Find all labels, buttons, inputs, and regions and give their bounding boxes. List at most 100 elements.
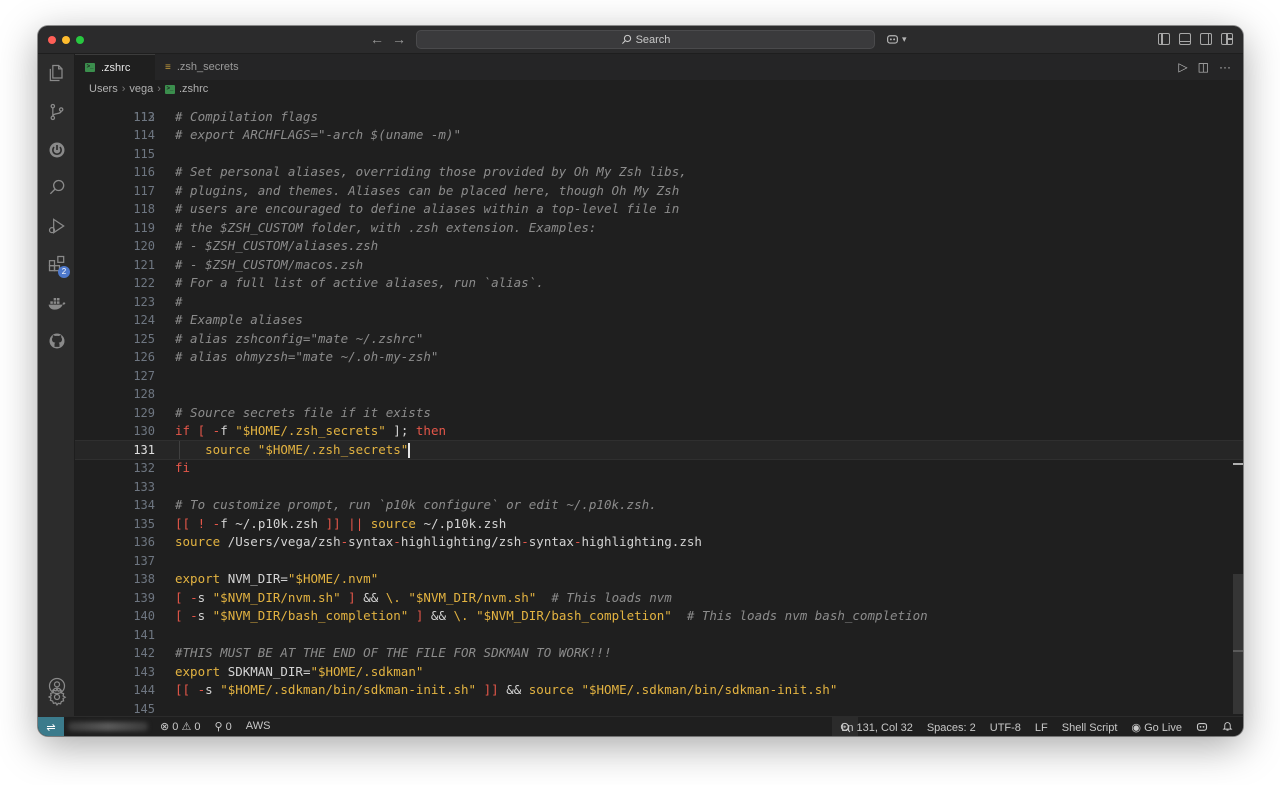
chevron-right-icon: › <box>157 83 161 95</box>
code-line[interactable]: 124 # Example aliases <box>75 311 1243 330</box>
code-line[interactable]: 127 <box>75 367 1243 386</box>
end-of-line[interactable]: LF <box>1035 722 1048 734</box>
tab-zsh-secrets[interactable]: ≡ .zsh_secrets <box>155 54 255 80</box>
code-line[interactable]: 126 # alias ohmyzsh="mate ~/.oh-my-zsh" <box>75 348 1243 367</box>
copilot-status-icon[interactable] <box>1196 721 1208 735</box>
toggle-panel-icon[interactable] <box>1179 33 1191 45</box>
code-editor[interactable]: 112 113 # Compilation flags 114 # export AR… <box>75 98 1243 716</box>
line-number: 138 <box>133 572 155 586</box>
code-line[interactable]: 123 # <box>75 293 1243 312</box>
code-line[interactable]: 118 # users are encouraged to define alia… <box>75 200 1243 219</box>
line-number: 119 <box>133 220 155 235</box>
code-line[interactable]: 144 [[ -s "$HOME/.sdkman/bin/sdkman-init.… <box>75 681 1243 700</box>
ports-indicator[interactable]: ⚲ 0 <box>215 720 232 733</box>
copilot-menu[interactable]: ▾ <box>886 33 907 45</box>
close-window-button[interactable] <box>48 36 56 44</box>
code-line[interactable]: 135 [[ ! -f ~/.p10k.zsh ]] || source ~/.p… <box>75 515 1243 534</box>
aws-indicator[interactable]: AWS <box>246 720 271 733</box>
history-navigation: ← → <box>370 31 406 47</box>
breadcrumb-item[interactable]: .zshrc <box>179 83 208 95</box>
code-line[interactable]: 141 <box>75 626 1243 645</box>
code-line[interactable]: 125 # alias zshconfig="mate ~/.zshrc" <box>75 330 1243 349</box>
code-line[interactable]: 138 export NVM_DIR="$HOME/.nvm" <box>75 570 1243 589</box>
remote-icon: ⇌ <box>46 721 56 734</box>
run-file-icon[interactable]: ▷ <box>1178 60 1187 74</box>
extensions-icon[interactable]: 2 <box>38 247 75 281</box>
code-line[interactable]: 116 # Set personal aliases, overriding th… <box>75 163 1243 182</box>
go-live-button[interactable]: ◉ Go Live <box>1131 721 1182 734</box>
line-number: 123 <box>133 294 155 309</box>
power-icon[interactable] <box>38 133 75 167</box>
minimize-window-button[interactable] <box>62 36 70 44</box>
code-line[interactable]: 121 # - $ZSH_CUSTOM/macos.zsh <box>75 256 1243 275</box>
code-line[interactable]: 114 # export ARCHFLAGS="-arch $(uname -m)… <box>75 126 1243 145</box>
remote-indicator[interactable]: ⇌ <box>38 717 64 736</box>
split-editor-icon[interactable]: ◫ <box>1198 60 1209 74</box>
cursor-position[interactable]: Ln 131, Col 32 <box>841 722 913 734</box>
code-text: # - $ZSH_CUSTOM/macos.zsh <box>175 256 364 272</box>
code-text: if [ -f "$HOME/.zsh_secrets" ]; then <box>175 423 446 438</box>
search-icon <box>621 34 631 45</box>
problems-indicator[interactable]: ⊗ 0 ⚠ 0 <box>160 720 201 733</box>
line-number: 132 <box>133 461 155 475</box>
docker-icon[interactable] <box>38 286 75 320</box>
settings-button[interactable] <box>38 680 75 714</box>
code-line[interactable]: 145 <box>75 700 1243 717</box>
code-line[interactable]: 122 # For a full list of active aliases, … <box>75 274 1243 293</box>
language-mode[interactable]: Shell Script <box>1062 722 1118 734</box>
search-icon[interactable] <box>38 171 75 205</box>
title-bar: ← → Search ▾ <box>38 26 1243 54</box>
code-line[interactable]: 134 # To customize prompt, run `p10k conf… <box>75 496 1243 515</box>
source-control-icon[interactable] <box>38 95 75 129</box>
tab-label: .zsh_secrets <box>176 61 239 73</box>
breadcrumb-item[interactable]: Users <box>89 83 118 95</box>
code-line[interactable]: 120 # - $ZSH_CUSTOM/aliases.zsh <box>75 237 1243 256</box>
line-number: 143 <box>133 664 155 679</box>
maximize-window-button[interactable] <box>76 36 84 44</box>
line-number: 118 <box>133 202 155 216</box>
chevron-down-icon: ▾ <box>902 33 907 44</box>
code-line[interactable]: 143 export SDKMAN_DIR="$HOME/.sdkman" <box>75 663 1243 682</box>
code-line[interactable]: 137 <box>75 552 1243 571</box>
code-line[interactable]: 142 #THIS MUST BE AT THE END OF THE FILE … <box>75 644 1243 663</box>
code-line[interactable]: 119 # the $ZSH_CUSTOM folder, with .zsh e… <box>75 219 1243 238</box>
toggle-secondary-sidebar-icon[interactable] <box>1200 33 1212 45</box>
code-line[interactable]: 132 fi <box>75 459 1243 478</box>
breadcrumb-item[interactable]: vega <box>129 83 153 95</box>
warning-icon: ⚠ <box>181 721 192 733</box>
code-line[interactable]: 117 # plugins, and themes. Aliases can be… <box>75 182 1243 201</box>
explorer-icon[interactable] <box>38 56 75 90</box>
code-text: # Source secrets file if it exists <box>175 404 431 420</box>
code-line[interactable]: 131 source "$HOME/.zsh_secrets" <box>75 439 1243 460</box>
code-line[interactable]: 136 source /Users/vega/zsh-syntax-highlig… <box>75 533 1243 552</box>
tab-zshrc[interactable]: >_ .zshrc <box>75 54 155 80</box>
broadcast-icon: ⚲ <box>214 721 223 733</box>
line-number: 144 <box>133 683 155 697</box>
arrow-right-icon[interactable]: → <box>392 31 406 47</box>
more-actions-icon[interactable]: ··· <box>1219 60 1231 74</box>
code-line[interactable]: 140 [ -s "$NVM_DIR/bash_completion" ] && … <box>75 607 1243 626</box>
code-text: source /Users/vega/zsh-syntax-highlighti… <box>175 534 702 549</box>
toggle-primary-sidebar-icon[interactable] <box>1158 33 1170 45</box>
code-line[interactable]: 129 # Source secrets file if it exists <box>75 404 1243 423</box>
code-line[interactable]: 115 <box>75 145 1243 164</box>
line-number: 133 <box>133 479 155 494</box>
code-line[interactable]: 133 <box>75 478 1243 497</box>
code-line[interactable]: 128 <box>75 385 1243 404</box>
scrollbar-thumb[interactable] <box>1233 574 1243 714</box>
code-line[interactable]: 113 # Compilation flags <box>75 108 1243 127</box>
code-line[interactable]: 130 if [ -f "$HOME/.zsh_secrets" ]; then <box>75 422 1243 441</box>
editor-scrollbar[interactable] <box>1233 98 1243 716</box>
command-center-search[interactable]: Search <box>416 30 875 49</box>
status-bar: ⇌ ⊗ 0 ⚠ 0 ⚲ 0 AWS Ln 131, Col 32 Spaces:… <box>38 716 1243 736</box>
encoding[interactable]: UTF-8 <box>990 722 1021 734</box>
code-line[interactable]: 139 [ -s "$NVM_DIR/nvm.sh" ] && \. "$NVM_… <box>75 589 1243 608</box>
arrow-left-icon[interactable]: ← <box>370 31 384 47</box>
line-number: 128 <box>133 387 155 401</box>
run-debug-icon[interactable] <box>38 209 75 243</box>
customize-layout-icon[interactable] <box>1221 33 1233 45</box>
github-icon[interactable] <box>38 324 75 358</box>
line-number: 114 <box>133 128 155 142</box>
bell-icon[interactable] <box>1222 720 1233 735</box>
indentation[interactable]: Spaces: 2 <box>927 722 976 734</box>
